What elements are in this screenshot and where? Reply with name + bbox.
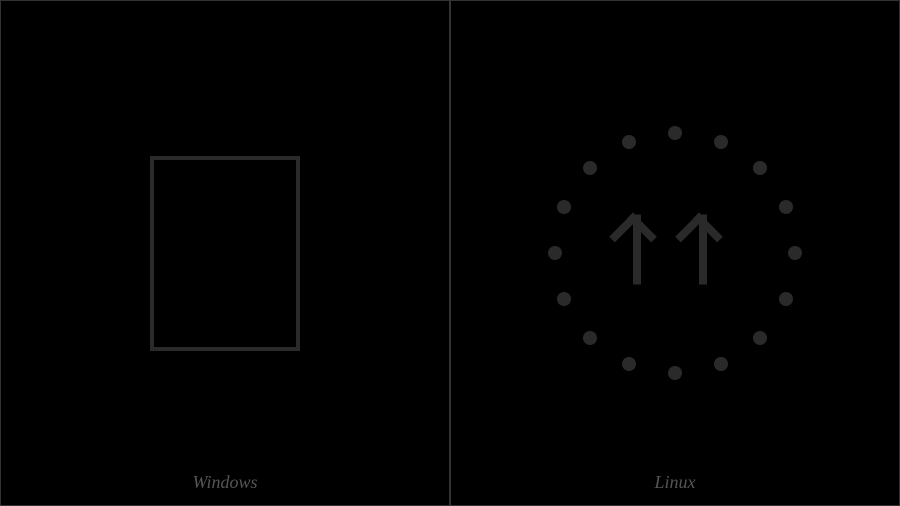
circle-dot <box>753 331 767 345</box>
up-arrow-left-icon <box>633 215 641 285</box>
circle-dot <box>668 366 682 380</box>
circle-dot <box>779 200 793 214</box>
circle-dot <box>557 292 571 306</box>
circle-dot <box>548 246 562 260</box>
circle-dot <box>714 357 728 371</box>
circle-dot <box>583 331 597 345</box>
circle-dot <box>753 161 767 175</box>
circle-dot <box>622 357 636 371</box>
circle-dot <box>779 292 793 306</box>
circle-dot <box>557 200 571 214</box>
empty-glyph-box <box>150 156 300 351</box>
linux-panel: Linux <box>450 0 900 506</box>
up-arrow-right-icon <box>699 215 707 285</box>
circle-dot <box>583 161 597 175</box>
circle-dot <box>668 126 682 140</box>
circle-dot <box>788 246 802 260</box>
windows-panel: Windows <box>0 0 450 506</box>
linux-label: Linux <box>654 472 695 493</box>
windows-label: Windows <box>192 472 257 493</box>
dotted-circle-arrows-glyph <box>545 123 805 383</box>
circle-dot <box>714 135 728 149</box>
circle-dot <box>622 135 636 149</box>
